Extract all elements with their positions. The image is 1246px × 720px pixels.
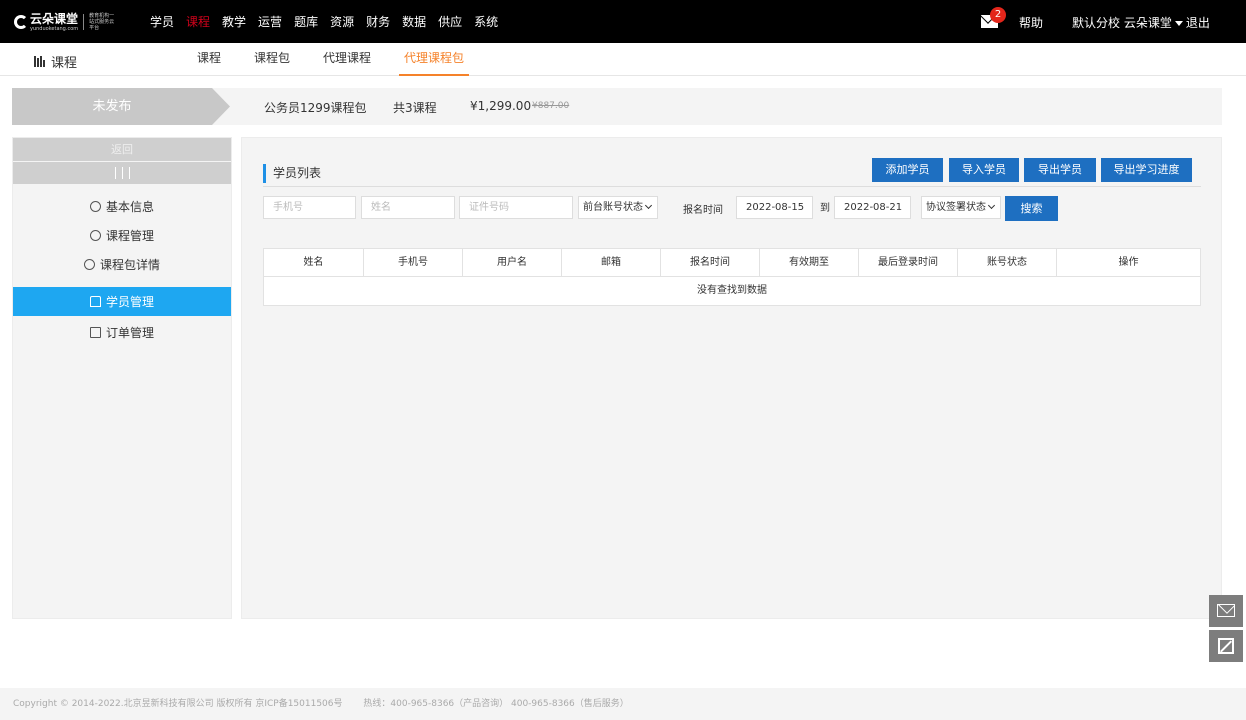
col-name: 姓名 (264, 249, 364, 276)
nav-item-data[interactable]: 数据 (402, 13, 426, 30)
nav-item-courses[interactable]: 课程 (186, 13, 210, 30)
nav-item-resources[interactable]: 资源 (330, 13, 354, 30)
account-status-select[interactable]: 前台账号状态 (578, 196, 658, 219)
col-phone: 手机号 (364, 249, 463, 276)
play-circle-icon (89, 230, 101, 241)
nav-item-finance[interactable]: 财务 (366, 13, 390, 30)
date-from-input[interactable]: 2022-08-15 (736, 196, 813, 219)
tab-agent-course-package[interactable]: 代理课程包 (399, 43, 470, 76)
sidebar-item-package-details[interactable]: 课程包详情 (13, 250, 231, 279)
caret-down-icon (1174, 20, 1183, 26)
import-students-button[interactable]: 导入学员 (949, 158, 1019, 182)
back-button[interactable]: 返回 (13, 138, 231, 161)
nav-item-question-bank[interactable]: 题库 (294, 13, 318, 30)
to-label: 到 (820, 203, 830, 214)
tab-course[interactable]: 课程 (197, 43, 221, 76)
student-list-panel: 学员列表 添加学员 导入学员 导出学员 导出学习进度 手机号 姓名 证件号码 前… (241, 137, 1222, 619)
agreement-status-value: 协议签署状态 (926, 202, 986, 213)
sidebar-item-basic-info[interactable]: 基本信息 (13, 192, 231, 221)
list-circle-icon (89, 201, 101, 212)
tab-course-package[interactable]: 课程包 (254, 43, 290, 76)
search-button[interactable]: 搜索 (1005, 196, 1058, 221)
clipboard-icon (89, 327, 101, 338)
date-to-input[interactable]: 2022-08-21 (834, 196, 911, 219)
message-float-button[interactable] (1209, 595, 1243, 627)
sidebar-item-label: 课程管理 (105, 229, 154, 243)
col-last-login: 最后登录时间 (859, 249, 958, 276)
sub-nav: 课程 课程 课程包 代理课程 代理课程包 (0, 43, 1246, 76)
section-title: 课程 (34, 52, 77, 71)
nav-item-students[interactable]: 学员 (150, 13, 174, 30)
original-price: ¥887.00 (532, 101, 570, 111)
users-icon (89, 296, 101, 307)
library-icon (34, 56, 46, 67)
table-header: 姓名 手机号 用户名 邮箱 报名时间 有效期至 最后登录时间 账号状态 操作 (264, 249, 1200, 277)
sub-tabs: 课程 课程包 代理课程 代理课程包 (197, 43, 502, 76)
id-number-input[interactable]: 证件号码 (459, 196, 573, 219)
logo-slogan: 教育机构一站式服务云平台 (89, 13, 115, 31)
panel-title: 学员列表 (263, 164, 321, 183)
hotline-text: 热线：400-965-8366（产品咨询） 400-965-8366（售后服务） (363, 699, 629, 709)
export-progress-button[interactable]: 导出学习进度 (1101, 158, 1192, 182)
sidebar-item-label: 学员管理 (105, 295, 154, 309)
sidebar-item-label: 课程包详情 (99, 258, 160, 272)
copyright-text: Copyright © 2014-2022.北京昱新科技有限公司 版权所有 京I… (13, 699, 343, 709)
sidebar-item-label: 订单管理 (105, 326, 154, 340)
top-bar: 云朵课堂 yunduoketang.com 教育机构一站式服务云平台 学员 课程… (0, 0, 1246, 43)
logo-cloud-icon (14, 15, 28, 29)
footer: Copyright © 2014-2022.北京昱新科技有限公司 版权所有 京I… (0, 688, 1246, 720)
col-username: 用户名 (463, 249, 562, 276)
agreement-status-select[interactable]: 协议签署状态 (921, 196, 1001, 219)
nav-item-teaching[interactable]: 教学 (222, 13, 246, 30)
col-signup-time: 报名时间 (661, 249, 760, 276)
signup-time-label: 报名时间 (683, 205, 723, 216)
student-table: 姓名 手机号 用户名 邮箱 报名时间 有效期至 最后登录时间 账号状态 操作 没… (263, 248, 1201, 306)
status-tag: 未发布 (12, 88, 230, 125)
add-student-button[interactable]: 添加学员 (872, 158, 943, 182)
package-name: 公务员1299课程包 (264, 101, 367, 115)
sidebar-item-student-management[interactable]: 学员管理 (13, 287, 231, 316)
nav-item-system[interactable]: 系统 (474, 13, 498, 30)
package-info-strip: 未发布 公务员1299课程包 共3课程 ¥1,299.00 ¥887.00 (12, 88, 1222, 125)
logo-subtext: yunduoketang.com (30, 26, 79, 32)
logout-link[interactable]: 退出 (1186, 16, 1210, 30)
help-link[interactable]: 帮助 (1019, 14, 1043, 31)
phone-input[interactable]: 手机号 (263, 196, 356, 219)
course-count: 共3课程 (393, 101, 437, 115)
sidebar: 返回 基本信息 课程管理 课程包详情 学员管理 订单管理 (12, 137, 232, 619)
logo-divider (83, 14, 85, 30)
envelope-icon (1217, 604, 1235, 617)
tab-agent-course[interactable]: 代理课程 (323, 43, 371, 76)
empty-state: 没有查找到数据 (697, 285, 767, 296)
nav-item-operations[interactable]: 运营 (258, 13, 282, 30)
package-icon (83, 259, 95, 270)
package-price: ¥1,299.00 (470, 99, 532, 113)
mail-badge: 2 (990, 7, 1006, 23)
nav-item-supply[interactable]: 供应 (438, 13, 462, 30)
panel-divider (263, 186, 1201, 187)
feedback-float-button[interactable] (1209, 630, 1243, 662)
main-nav: 学员 课程 教学 运营 题库 资源 财务 数据 供应 系统 (150, 13, 510, 30)
section-title-text: 课程 (51, 56, 78, 71)
account-status-value: 前台账号状态 (583, 202, 643, 213)
col-valid-until: 有效期至 (760, 249, 859, 276)
sidebar-item-order-management[interactable]: 订单管理 (13, 318, 231, 347)
logo-text: 云朵课堂 (30, 12, 79, 26)
logo[interactable]: 云朵课堂 yunduoketang.com 教育机构一站式服务云平台 (14, 11, 115, 33)
top-right-area: 2 帮助 默认分校 云朵课堂 退出 (966, 0, 1246, 43)
name-input[interactable]: 姓名 (361, 196, 455, 219)
export-students-button[interactable]: 导出学员 (1024, 158, 1096, 182)
chevron-down-icon (644, 201, 653, 210)
sidebar-item-label: 基本信息 (105, 200, 154, 214)
sidebar-item-course-management[interactable]: 课程管理 (13, 221, 231, 250)
col-actions: 操作 (1118, 257, 1139, 268)
chevron-down-icon (987, 201, 996, 210)
edit-icon (1218, 638, 1234, 654)
col-email: 邮箱 (562, 249, 661, 276)
col-account-status: 账号状态 (958, 249, 1057, 276)
school-name: 默认分校 云朵课堂 (1072, 16, 1172, 30)
school-switcher[interactable]: 默认分校 云朵课堂 退出 (1072, 14, 1210, 31)
collapse-toggle[interactable] (13, 162, 231, 184)
